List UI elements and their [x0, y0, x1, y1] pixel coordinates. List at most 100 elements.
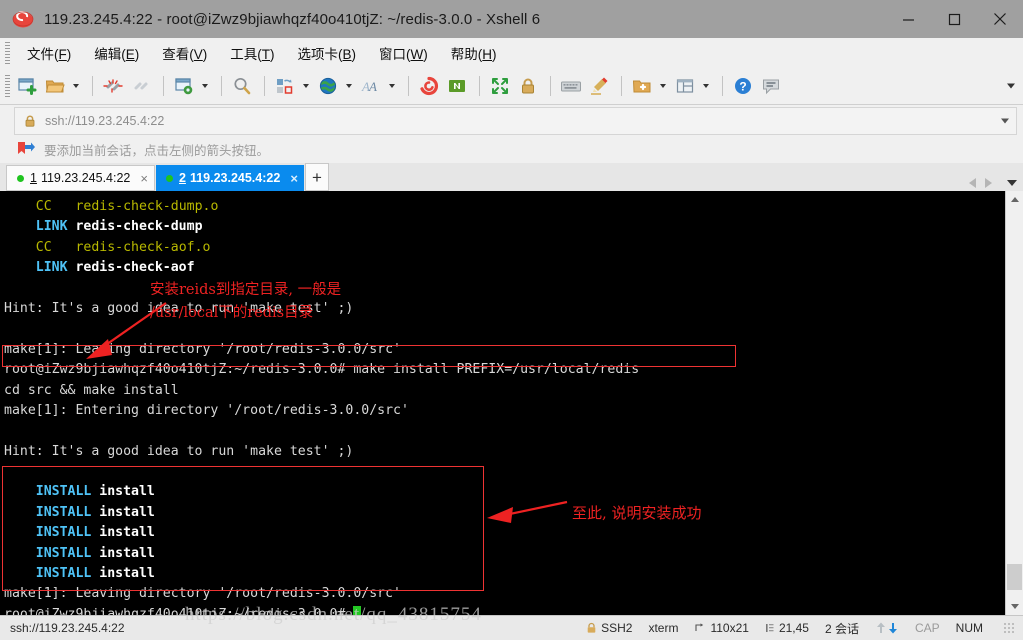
toolbar-separator [621, 76, 622, 96]
terminal-scrollbar[interactable] [1005, 191, 1023, 615]
layout-icon[interactable] [672, 73, 698, 99]
font-dropdown-icon[interactable] [386, 74, 398, 98]
terminal-line: Hint: It's a good idea to run 'make test… [4, 443, 354, 459]
menu-item-tools[interactable]: 工具(T) [221, 40, 283, 66]
status-size: 110x21 [694, 621, 749, 635]
status-terminal-type: xterm [648, 621, 679, 635]
menu-item-view[interactable]: 查看(V) [153, 40, 216, 66]
status-sessions: 2 会话 [824, 621, 859, 636]
terminal-output[interactable]: CC redis-check-dump.o LINK redis-check-d… [0, 191, 1005, 615]
status-protocol: SSH2 [586, 621, 632, 635]
new-session-icon[interactable] [14, 73, 40, 99]
toolbar-separator [479, 76, 480, 96]
tab-close-icon[interactable]: × [140, 172, 148, 185]
terminal-line: CC redis-check-dump.o [35, 199, 219, 214]
menu-item-tabs[interactable]: 选项卡(B) [289, 40, 366, 66]
tab-status-dot [165, 174, 173, 182]
add-folder-icon[interactable] [629, 73, 655, 99]
toolbar-overflow-chevron[interactable] [1007, 84, 1015, 89]
upload-arrow-icon [876, 622, 885, 633]
status-cap: CAP [914, 621, 940, 635]
menu-item-edit[interactable]: 编辑(E) [85, 40, 148, 66]
terminal-line: make[1]: Entering directory '/root/redis… [4, 402, 409, 418]
highlight-icon[interactable] [586, 73, 612, 99]
terminal-line: LINK redis-check-dump [35, 219, 203, 235]
tab-status-dot [17, 174, 24, 182]
status-bar: https://blog.csdn.net/qq_43815754 ssh://… [0, 604, 1023, 640]
fullscreen-icon[interactable] [487, 73, 513, 99]
tab-close-icon[interactable]: × [290, 172, 298, 185]
annotation-arrow-1 [86, 302, 167, 359]
reconnect-icon[interactable] [128, 73, 154, 99]
open-folder-dropdown-icon[interactable] [70, 74, 82, 98]
chevron-down-icon[interactable] [1001, 119, 1009, 124]
chevron-down-icon[interactable] [1007, 180, 1017, 186]
maximize-button[interactable] [931, 0, 977, 38]
font-icon[interactable]: A A [358, 73, 384, 99]
terminal-line: LINK redis-check-aof [35, 260, 195, 276]
address-bar[interactable]: ssh://119.23.245.4:22 [14, 107, 1017, 135]
toolbar-separator [163, 76, 164, 96]
scrollbar-track[interactable] [1006, 208, 1023, 598]
minimize-button[interactable] [885, 0, 931, 38]
transfer-file-dropdown-icon[interactable] [300, 74, 312, 98]
nethelper-icon[interactable] [444, 73, 470, 99]
svg-text:?: ? [739, 80, 746, 94]
resize-icon [695, 623, 704, 631]
terminal-area: CC redis-check-dump.o LINK redis-check-d… [0, 191, 1023, 615]
session-properties-icon[interactable] [171, 73, 197, 99]
toolbar-drag-grip[interactable] [5, 75, 10, 97]
open-folder-icon[interactable] [42, 73, 68, 99]
terminal-line: root@iZwz9bjiawhqzf40o410tjZ:~/redis-3.0… [4, 605, 1005, 615]
transfer-file-icon[interactable] [272, 73, 298, 99]
toolbar-separator [722, 76, 723, 96]
new-tab-button[interactable]: + [304, 163, 329, 191]
annotation-install-success: 至此, 说明安装成功 [572, 504, 702, 522]
address-input[interactable]: ssh://119.23.245.4:22 [45, 114, 164, 128]
tab-session-2[interactable]: 2 119.23.245.4:22 × [155, 165, 304, 191]
app-logo-icon [12, 8, 34, 30]
cursor-pos-icon [765, 624, 774, 632]
scrollbar-thumb[interactable] [1007, 564, 1022, 590]
tab-navigation [969, 178, 1017, 188]
help-icon[interactable]: ? [730, 73, 756, 99]
tab-label: 119.23.245.4:22 [40, 171, 131, 185]
lock-icon [587, 622, 596, 633]
lock-icon[interactable] [515, 73, 541, 99]
scroll-down-button[interactable] [1006, 598, 1023, 615]
xshell-window: 119.23.245.4:22 - root@iZwz9bjiawhqzf40o… [0, 0, 1023, 640]
chat-icon[interactable] [758, 73, 784, 99]
toolbar-separator [221, 76, 222, 96]
menu-item-file[interactable]: 文件(F) [18, 40, 80, 66]
menu-drag-grip[interactable] [5, 42, 10, 64]
status-transfer-indicators [875, 621, 899, 635]
tab-session-1[interactable]: 1 119.23.245.4:22 × [6, 165, 155, 191]
web-browser-icon[interactable] [315, 73, 341, 99]
menu-item-help[interactable]: 帮助(H) [442, 40, 506, 66]
menu-item-window[interactable]: 窗口(W) [370, 40, 437, 66]
close-button[interactable] [977, 0, 1023, 38]
toolbar-separator [408, 76, 409, 96]
layout-dropdown-icon[interactable] [700, 74, 712, 98]
tab-number: 2 [178, 171, 186, 185]
toolbar-separator [92, 76, 93, 96]
scroll-up-button[interactable] [1006, 191, 1023, 208]
svg-text:A: A [368, 79, 377, 94]
session-properties-dropdown-icon[interactable] [199, 74, 211, 98]
disconnect-icon[interactable] [100, 73, 126, 99]
terminal-line: cd src && make install [4, 382, 179, 398]
terminal-line: make[1]: Leaving directory '/root/redis-… [4, 586, 401, 602]
add-folder-dropdown-icon[interactable] [657, 74, 669, 98]
notice-bar: 要添加当前会话，点击左侧的箭头按钮。 [0, 135, 1023, 163]
terminal-line: CC redis-check-aof.o [35, 239, 211, 255]
web-browser-dropdown-icon[interactable] [343, 74, 355, 98]
status-right-group: SSH2 xterm 110x21 21,45 2 会话 CAP NUM [586, 620, 1023, 637]
find-icon[interactable] [229, 73, 255, 99]
xshell-icon[interactable] [416, 73, 442, 99]
chevron-left-icon[interactable] [969, 178, 976, 188]
keyboard-icon[interactable] [558, 73, 584, 99]
toolbar: A A ? [0, 68, 1023, 105]
resize-grip[interactable] [1003, 622, 1015, 634]
chevron-right-icon[interactable] [985, 178, 992, 188]
